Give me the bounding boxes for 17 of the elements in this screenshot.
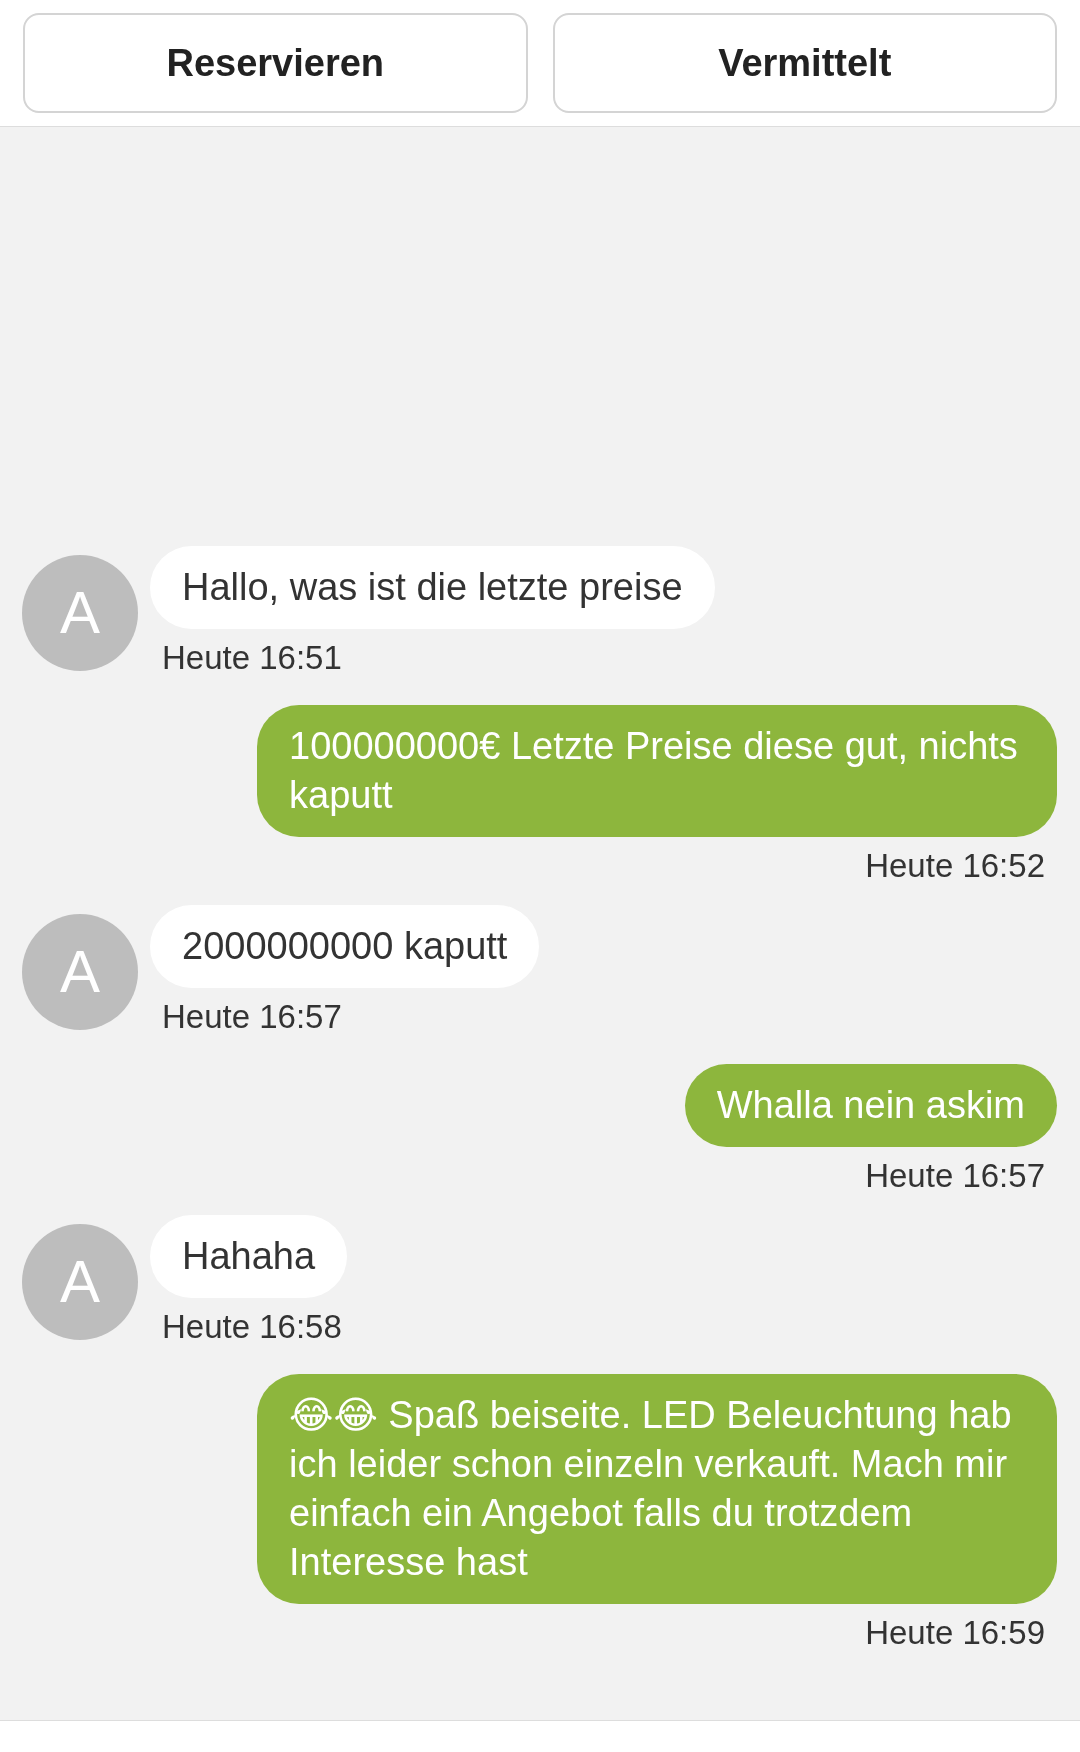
message-bubble: 2000000000 kaputt <box>150 905 540 988</box>
timestamp: Heute 16:57 <box>161 997 343 1037</box>
timestamp: Heute 16:57 <box>864 1156 1046 1196</box>
timestamp: Heute 16:51 <box>161 638 343 678</box>
message-bubble: Hallo, was ist die letzte preise <box>150 546 715 629</box>
timestamp: Heute 16:58 <box>161 1307 343 1347</box>
timestamp: Heute 16:52 <box>864 846 1046 886</box>
message-bubble: 😂😂 Spaß beiseite. LED Beleuchtung hab ich leider schon einzeln verkauft. Mach mir einfach ein Angebot falls du trotzdem Interesse hast <box>257 1374 1057 1604</box>
message-bubble: Hahaha <box>150 1215 348 1298</box>
timestamp: Heute 16:59 <box>864 1613 1046 1653</box>
message-bubble: Whalla nein askim <box>684 1064 1057 1147</box>
tab-button[interactable]: Vermittelt <box>552 13 1057 113</box>
message-bubble: 100000000€ Letzte Preise diese gut, nichts kaputt <box>257 705 1057 837</box>
avatar: A <box>22 913 138 1030</box>
tab-button[interactable]: Reservieren <box>23 13 528 113</box>
avatar: A <box>22 1223 138 1340</box>
avatar: A <box>22 554 138 671</box>
